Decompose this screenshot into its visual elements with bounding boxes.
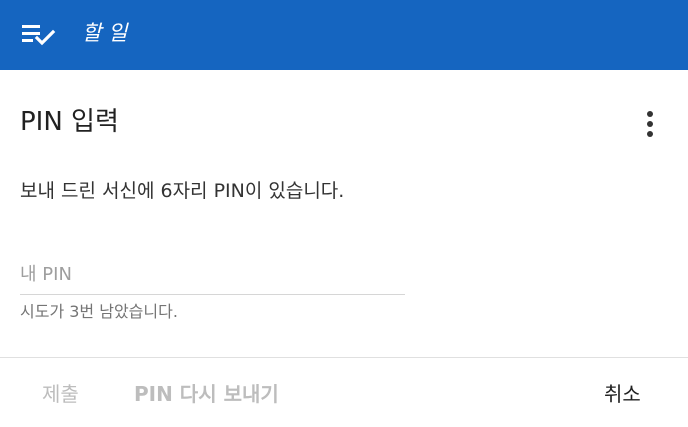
more-vert-icon-dot-1 [647,111,653,117]
app-header: 할 일 [0,0,688,70]
checklist-icon [22,21,58,49]
action-divider [0,357,688,358]
page-title: PIN 입력 [20,107,119,137]
pin-entry-screen: 할 일 PIN 입력 보내 드린 서신에 6자리 PIN이 있습니다. 시도가 … [0,0,688,427]
more-vert-icon-dot-2 [647,121,653,127]
pin-input[interactable] [20,254,405,295]
submit-button[interactable]: 제출 [42,376,79,412]
attempts-remaining-text: 시도가 3번 남았습니다. [20,302,178,321]
resend-pin-button[interactable]: PIN 다시 보내기 [134,376,279,412]
app-title: 할 일 [82,21,128,45]
cancel-button[interactable]: 취소 [604,376,641,412]
pin-description: 보내 드린 서신에 6자리 PIN이 있습니다. [20,180,345,202]
more-options-button[interactable] [636,106,664,142]
more-vert-icon-dot-3 [647,131,653,137]
